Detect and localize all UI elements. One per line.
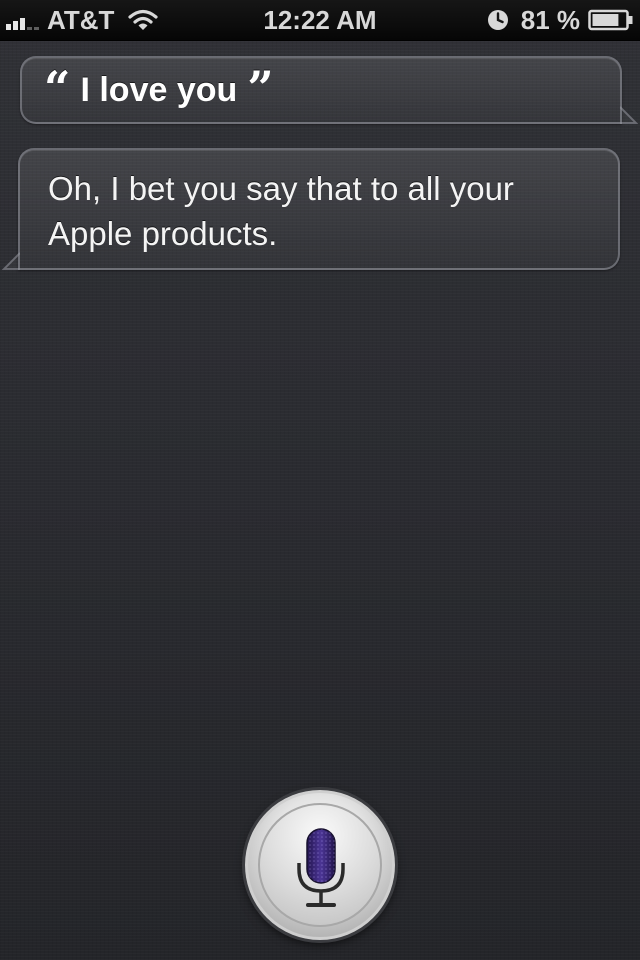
battery-percentage: 81 % <box>520 4 580 35</box>
microphone-icon <box>297 828 345 907</box>
open-quote-icon: “ <box>44 61 71 115</box>
siri-response-bubble: Oh, I bet you say that to all your Apple… <box>2 148 620 270</box>
clock-icon <box>487 10 508 30</box>
mic-button-ring <box>258 803 382 927</box>
siri-response-text: Oh, I bet you say that to all your Apple… <box>48 170 514 252</box>
battery-icon <box>588 9 633 31</box>
status-right: 81 % <box>487 0 634 40</box>
user-query-bubble: “I love you” <box>20 56 638 124</box>
bubble-tail <box>620 106 638 124</box>
status-bar: AT&T 12:22 AM 81 % <box>0 0 640 41</box>
siri-microphone-button[interactable] <box>245 790 395 940</box>
user-query-text: I love you <box>80 71 238 109</box>
close-quote-icon: ” <box>247 61 274 115</box>
bubble-tail <box>2 252 20 270</box>
user-query: “I love you” <box>44 58 274 122</box>
